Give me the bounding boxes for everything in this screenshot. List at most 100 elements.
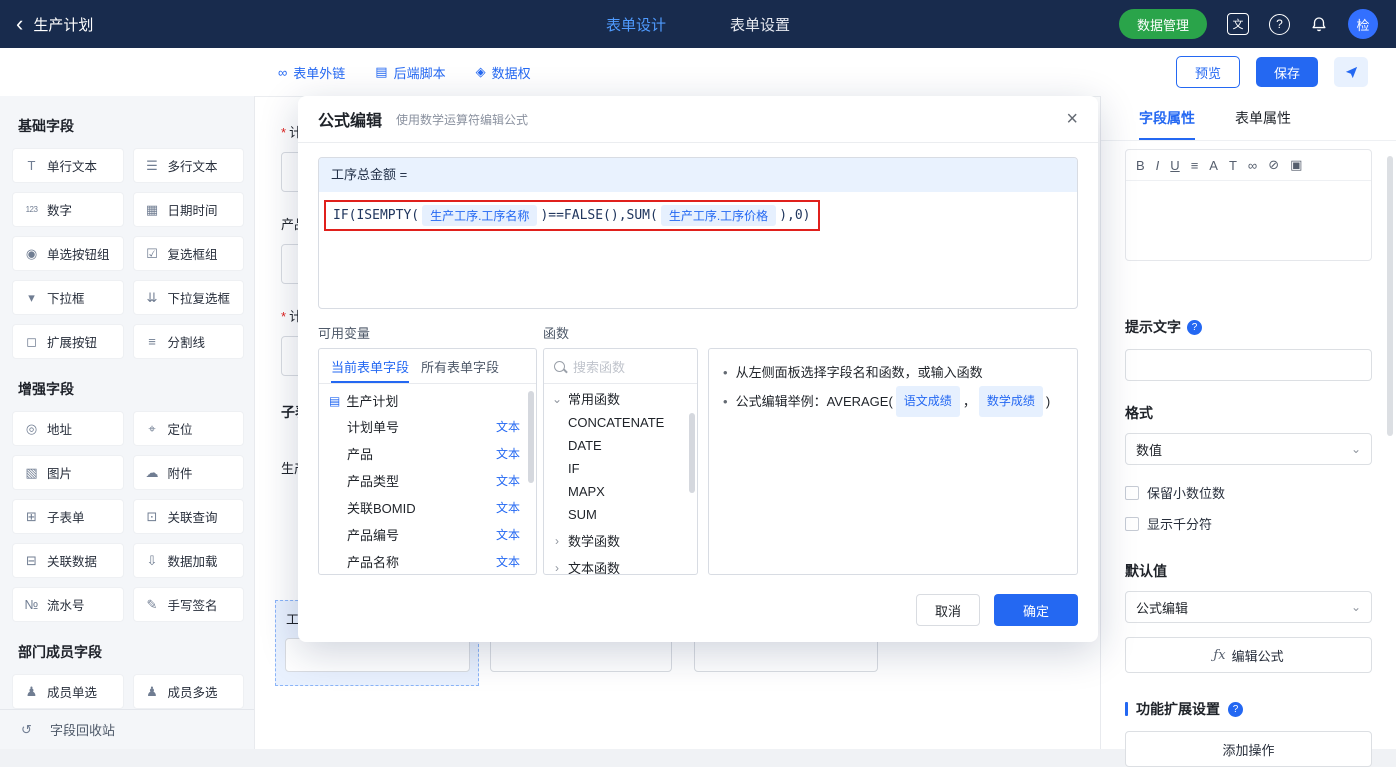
subform-cell-input[interactable] (285, 638, 470, 672)
tab-form-properties[interactable]: 表单属性 (1235, 96, 1291, 140)
variable-item[interactable]: 计划单号 文本 (319, 413, 536, 440)
back-icon[interactable]: ‹ (16, 13, 23, 35)
field-item-image[interactable]: ▧ 图片 (12, 455, 124, 490)
field-token[interactable]: 生产工序.工序价格 (660, 205, 777, 226)
thousand-checkbox[interactable]: 显示千分符 (1125, 514, 1372, 533)
function-search-input[interactable]: 搜索函数 (544, 349, 697, 384)
toolbar-item-data-permission[interactable]: ◈ 数据权 (476, 63, 531, 82)
data-manage-button[interactable]: 数据管理 (1118, 9, 1207, 39)
save-button[interactable]: 保存 (1255, 57, 1318, 87)
field-item-dropdown-multi[interactable]: ⇊ 下拉复选框 (132, 280, 244, 315)
subform-cell-input[interactable] (694, 638, 878, 672)
edit-formula-button[interactable]: ƒx 编辑公式 (1125, 637, 1372, 673)
function-group[interactable]: ⌄ 常用函数 (544, 384, 697, 411)
share-button[interactable] (1334, 57, 1368, 87)
tab-field-properties[interactable]: 字段属性 (1139, 96, 1195, 140)
variable-item[interactable]: 产品类型 文本 (319, 467, 536, 494)
variable-item[interactable]: 产品名称 文本 (319, 548, 536, 574)
variable-item[interactable]: 产品 文本 (319, 440, 536, 467)
field-item-signature[interactable]: ✎ 手写签名 (132, 587, 244, 622)
function-item[interactable]: SUM (544, 503, 697, 526)
field-item-location[interactable]: ⌖ 定位 (132, 411, 244, 446)
variable-item[interactable]: 关联BOMID 文本 (319, 494, 536, 521)
panel-labels: 可用变量 函数 (318, 323, 1078, 342)
formula-target-field: 工序总金额 = (319, 158, 1077, 192)
toolbar-item-backend-script[interactable]: ▤ 后端脚本 (375, 63, 445, 82)
confirm-button[interactable]: 确定 (994, 594, 1078, 626)
bold-icon[interactable]: B (1136, 158, 1145, 173)
field-item-label: 下拉复选框 (167, 292, 231, 306)
tab-form-design[interactable]: 表单设计 (606, 14, 666, 35)
field-item-datetime[interactable]: ▦ 日期时间 (132, 192, 244, 227)
field-item-number[interactable]: 123 数字 (12, 192, 124, 227)
unlink-icon[interactable]: ⊘ (1268, 157, 1279, 173)
tab-current-form-fields[interactable]: 当前表单字段 (331, 349, 410, 383)
decimal-checkbox[interactable]: 保留小数位数 (1125, 483, 1372, 502)
function-item[interactable]: IF (544, 457, 697, 480)
field-item-checkbox-group[interactable]: ☑ 复选框组 (132, 236, 244, 271)
underline-icon[interactable]: U (1170, 158, 1179, 173)
field-item-attachment[interactable]: ☁ 附件 (132, 455, 244, 490)
help-badge-icon[interactable]: ? (1228, 701, 1243, 717)
field-item-dropdown[interactable]: ▾ 下拉框 (12, 280, 124, 315)
field-recycle-bin[interactable]: ↺ 字段回收站 (0, 709, 254, 749)
help-icon[interactable]: ? (1269, 13, 1290, 35)
field-item-label: 复选框组 (167, 248, 218, 262)
avatar[interactable]: 检 (1348, 9, 1378, 39)
variables-root[interactable]: ▤ 生产计划 (319, 384, 536, 413)
font-color-icon[interactable]: A (1209, 158, 1218, 173)
language-icon[interactable]: 文 (1227, 13, 1249, 35)
cancel-button[interactable]: 取消 (916, 594, 980, 626)
function-item[interactable]: MAPX (544, 480, 697, 503)
close-icon[interactable]: × (1066, 109, 1078, 129)
tab-all-form-fields[interactable]: 所有表单字段 (421, 349, 499, 383)
field-item-divider[interactable]: ≡ 分割线 (132, 324, 244, 359)
variable-type-tag: 文本 (495, 528, 520, 542)
scrollbar[interactable] (1387, 156, 1393, 436)
toolbar-item-form-external-link[interactable]: ∞ 表单外链 (278, 63, 345, 82)
font-size-icon[interactable]: T (1229, 158, 1237, 173)
add-action-button[interactable]: 添加操作 (1125, 731, 1372, 767)
function-group[interactable]: › 数学函数 (544, 526, 697, 553)
function-item[interactable]: DATE (544, 434, 697, 457)
left-sidebar: 基础字段 T 单行文本 ☰ 多行文本 123 数字 ▦ 日期时间 ◉ 单选按钮组 ☑ 复选框组 ▾ 下拉框 ⇊… (0, 96, 255, 749)
align-icon[interactable]: ≡ (1191, 158, 1199, 173)
italic-icon[interactable]: I (1156, 158, 1160, 173)
field-token[interactable]: 生产工序.工序名称 (422, 205, 538, 226)
formula-editor[interactable]: 工序总金额 = IF(ISEMPTY(生产工序.工序名称)==FALSE(),S… (318, 157, 1078, 309)
default-value-select[interactable]: 公式编辑 ⌄ (1125, 591, 1372, 623)
field-item-multi-line-text[interactable]: ☰ 多行文本 (132, 148, 244, 183)
field-item-linked-data[interactable]: ⊟ 关联数据 (12, 543, 124, 578)
field-item-single-line-text[interactable]: T 单行文本 (12, 148, 124, 183)
field-item-label: 数据加载 (167, 555, 218, 569)
field-item-radio-group[interactable]: ◉ 单选按钮组 (12, 236, 124, 271)
field-item-address[interactable]: ◎ 地址 (12, 411, 124, 446)
function-item[interactable]: CONCATENATE (544, 411, 697, 434)
preview-button[interactable]: 预览 (1175, 56, 1240, 88)
formula-input-area[interactable]: IF(ISEMPTY(生产工序.工序名称)==FALSE(),SUM(生产工序.… (319, 192, 1077, 239)
variable-item[interactable]: 产品编号 文本 (319, 521, 536, 548)
format-select[interactable]: 数值 ⌄ (1125, 433, 1372, 465)
field-item-extend-button[interactable]: ◻ 扩展按钮 (12, 324, 124, 359)
link-icon[interactable]: ∞ (1248, 158, 1257, 173)
hint-text-input[interactable] (1125, 349, 1372, 381)
help-line-2: • 公式编辑举例：AVERAGE( 语文成绩 ， 数学成绩 ) (723, 386, 1063, 417)
insert-image-icon[interactable]: ▣ (1290, 157, 1302, 173)
field-item-data-load[interactable]: ⇩ 数据加载 (132, 543, 244, 578)
scrollbar[interactable] (689, 413, 695, 493)
scrollbar[interactable] (528, 391, 534, 483)
help-badge-icon[interactable]: ? (1187, 319, 1202, 335)
field-item-label: 单选按钮组 (47, 248, 110, 262)
function-group[interactable]: › 文本函数 (544, 553, 697, 575)
field-item-member-single[interactable]: ♟ 成员单选 (12, 674, 124, 709)
signature-icon: ✎ (146, 596, 158, 612)
field-item-member-multi[interactable]: ♟ 成员多选 (132, 674, 244, 709)
variables-root-label: 生产计划 (346, 394, 399, 409)
subform-cell-input[interactable] (490, 638, 672, 672)
field-item-serial-number[interactable]: № 流水号 (12, 587, 124, 622)
richtext-editor[interactable]: B I U ≡ A T ∞ ⊘ ▣ (1125, 149, 1372, 261)
bell-icon[interactable] (1310, 15, 1328, 33)
field-item-subform[interactable]: ⊞ 子表单 (12, 499, 124, 534)
tab-form-settings[interactable]: 表单设置 (730, 14, 790, 35)
field-item-linked-query[interactable]: ⊡ 关联查询 (132, 499, 244, 534)
